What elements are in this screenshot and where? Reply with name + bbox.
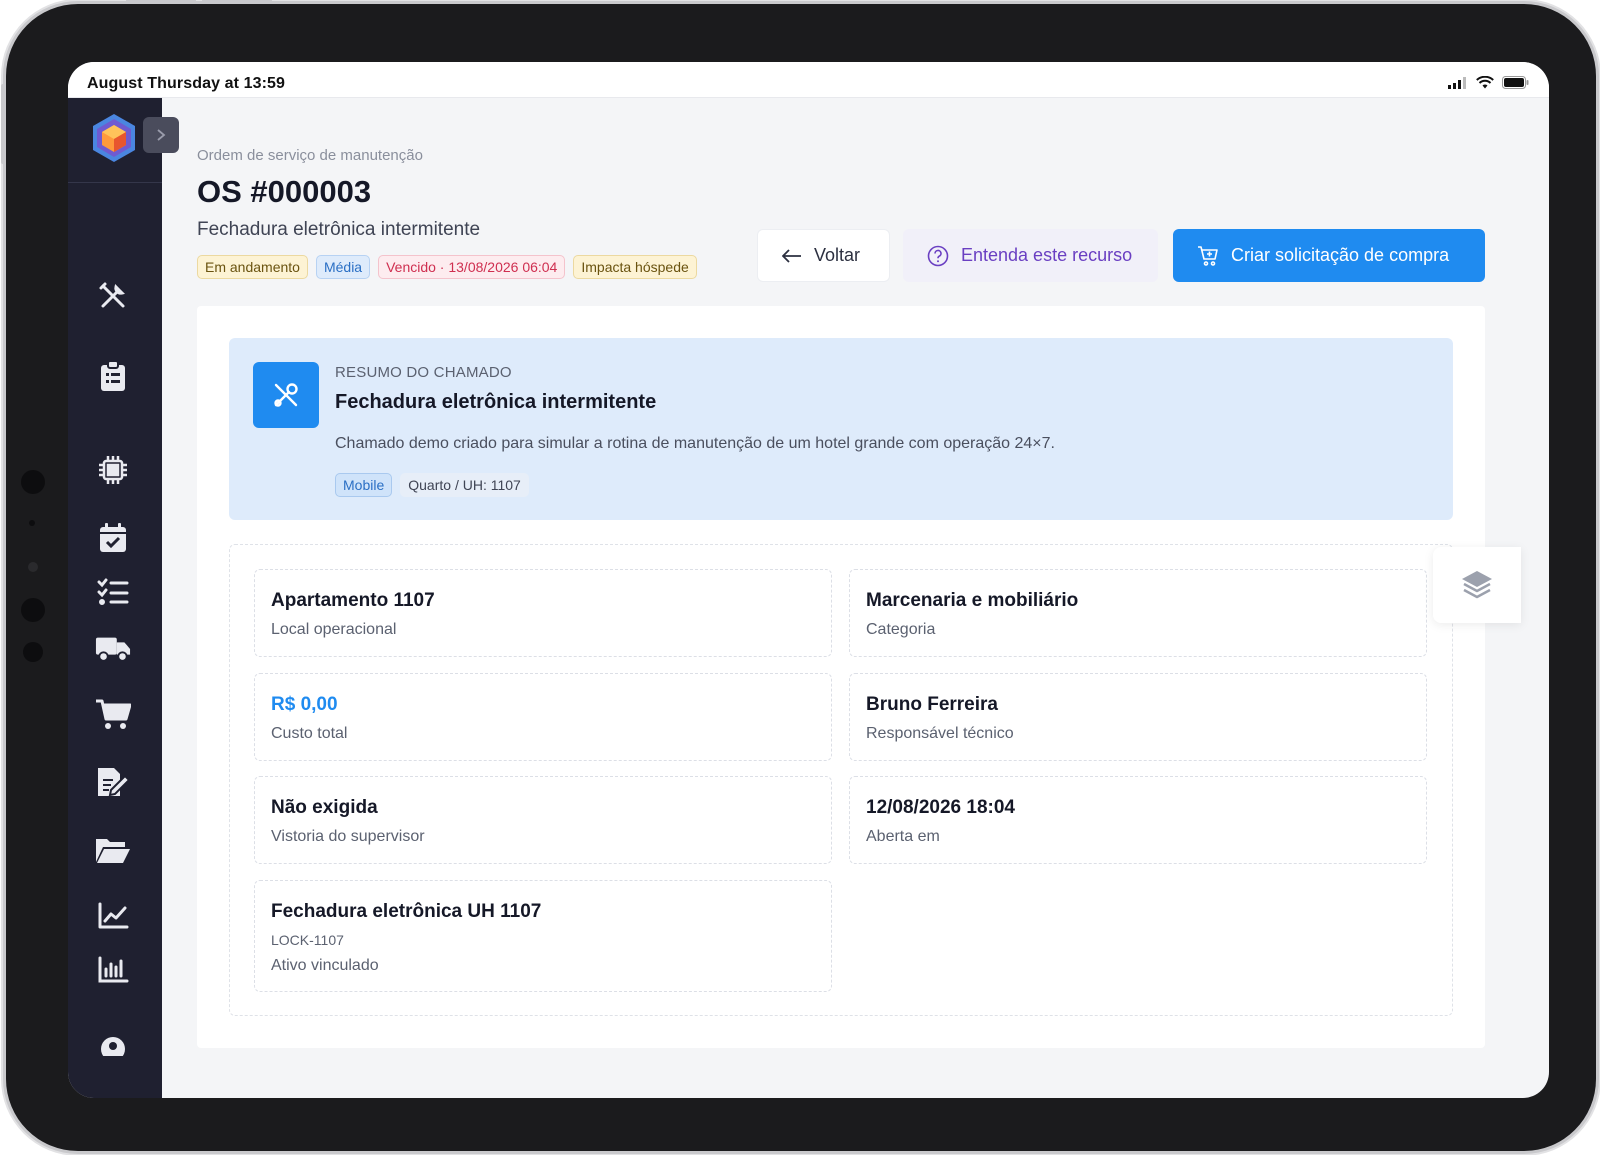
page-subtitle: Fechadura eletrônica intermitente	[197, 219, 481, 240]
due-badge: Vencido · 13/08/2026 06:04	[378, 255, 566, 279]
sensor-dot	[28, 562, 38, 572]
tablet-frame: August Thursday at 13:59 Ordem de serviç…	[1, 0, 1596, 1151]
question-circle-icon	[927, 245, 949, 266]
sensor-dot	[29, 520, 35, 526]
detail-value: Bruno Ferreira	[866, 694, 998, 715]
page-eyebrow: Ordem de serviço de manutenção	[197, 147, 423, 164]
create-purchase-request-label: Criar solicitação de compra	[1231, 245, 1450, 265]
sidebar-item-purchases[interactable]	[95, 696, 131, 732]
summary-kicker: RESUMO DO CHAMADO	[335, 364, 512, 381]
cart-icon	[96, 699, 131, 729]
folder-open-icon	[96, 839, 130, 863]
chip-icon	[99, 456, 127, 484]
chevron-right-icon	[157, 129, 166, 141]
detail-value: Não exigida	[271, 797, 378, 818]
truck-icon	[95, 637, 131, 662]
sidebar-item-maintenance[interactable]	[95, 278, 131, 314]
screen: August Thursday at 13:59 Ordem de serviç…	[68, 62, 1549, 1098]
bar-chart-icon	[98, 956, 129, 983]
summary-title: Fechadura eletrônica intermitente	[335, 391, 657, 413]
power-button	[1, 84, 5, 164]
sidebar-item-reports-edit[interactable]	[95, 764, 131, 800]
summary-tools-icon	[253, 362, 319, 428]
priority-badge: Média	[315, 255, 371, 279]
detail-label: Categoria	[866, 621, 936, 638]
layers-icon	[1462, 571, 1492, 599]
status-badge: Em andamento	[197, 255, 308, 279]
detail-value: Apartamento 1107	[271, 590, 435, 611]
arrow-left-icon	[782, 248, 801, 263]
status-tags: Em andamento Média Vencido · 13/08/2026 …	[197, 255, 697, 279]
detail-cost: R$ 0,00 Custo total	[254, 673, 832, 761]
detail-label: Custo total	[271, 725, 348, 742]
main-content: Ordem de serviço de manutenção OS #00000…	[162, 98, 1549, 1098]
room-badge: Quarto / UH: 1107	[400, 473, 529, 497]
detail-label: Responsável técnico	[866, 725, 1014, 742]
back-button-label: Voltar	[814, 245, 861, 265]
sidebar-item-analytics[interactable]	[95, 898, 131, 934]
channel-badge: Mobile	[335, 473, 393, 497]
system-indicators	[1448, 76, 1529, 89]
document-edit-icon	[98, 768, 130, 797]
cart-plus-icon	[1198, 245, 1218, 266]
detail-value: 12/08/2026 18:04	[866, 797, 1015, 818]
guest-impact-badge: Impacta hóspede	[573, 255, 697, 279]
sidebar-item-calendar[interactable]	[95, 520, 131, 556]
detail-asset: Fechadura eletrônica UH 1107 LOCK-1107 A…	[254, 880, 832, 992]
checklist-icon	[97, 578, 129, 605]
detail-technician: Bruno Ferreira Responsável técnico	[849, 673, 1427, 761]
detail-value: R$ 0,00	[271, 694, 338, 715]
sidebar-item-checklists[interactable]	[95, 574, 131, 610]
tools-icon	[99, 282, 125, 308]
status-bar: August Thursday at 13:59	[68, 62, 1549, 98]
camera-icon	[21, 598, 45, 622]
battery-icon	[1502, 76, 1529, 89]
status-time: August Thursday at 13:59	[87, 75, 286, 92]
camera-icon	[21, 470, 45, 494]
app-logo-icon[interactable]	[90, 112, 138, 164]
sidebar-item-dashboard[interactable]	[95, 952, 131, 988]
detail-label: Aberta em	[866, 828, 940, 845]
sidebar-item-logistics[interactable]	[95, 630, 131, 666]
detail-label: Local operacional	[271, 621, 397, 638]
user-icon	[101, 1037, 125, 1056]
detail-label: Vistoria do supervisor	[271, 828, 425, 845]
sidebar-item-orders[interactable]	[95, 358, 131, 394]
ticket-summary: RESUMO DO CHAMADO Fechadura eletrônica i…	[229, 338, 1453, 520]
detail-asset-code: LOCK-1107	[271, 932, 344, 948]
wifi-icon	[1476, 76, 1494, 89]
sidebar-divider	[68, 182, 162, 183]
volume-button	[126, 0, 196, 3]
signal-icon	[1448, 76, 1466, 89]
sidebar-item-profile[interactable]	[95, 1036, 131, 1056]
help-button[interactable]: Entenda este recurso	[903, 229, 1158, 282]
detail-location: Apartamento 1107 Local operacional	[254, 569, 832, 657]
create-purchase-request-button[interactable]: Criar solicitação de compra	[1173, 229, 1485, 282]
sidebar-item-assets[interactable]	[95, 452, 131, 488]
sensor-dot	[23, 642, 43, 662]
detail-opened: 12/08/2026 18:04 Aberta em	[849, 776, 1427, 864]
back-button[interactable]: Voltar	[757, 229, 890, 282]
order-card: RESUMO DO CHAMADO Fechadura eletrônica i…	[197, 306, 1485, 1048]
sidebar-toggle-button[interactable]	[143, 117, 179, 153]
summary-description: Chamado demo criado para simular a rotin…	[335, 435, 1055, 452]
clipboard-icon	[101, 360, 125, 391]
tools-icon	[274, 383, 298, 407]
detail-value: Fechadura eletrônica UH 1107	[271, 901, 542, 922]
volume-button	[202, 0, 272, 3]
summary-tags: Mobile Quarto / UH: 1107	[335, 473, 529, 497]
layers-button[interactable]	[1433, 547, 1521, 623]
detail-category: Marcenaria e mobiliário Categoria	[849, 569, 1427, 657]
sidebar-item-files[interactable]	[95, 832, 131, 868]
order-details: Apartamento 1107 Local operacional Marce…	[229, 544, 1453, 1016]
line-chart-icon	[98, 902, 129, 929]
page-title: OS #000003	[197, 174, 372, 209]
detail-label: Ativo vinculado	[271, 957, 379, 974]
sidebar	[68, 98, 162, 1098]
detail-value: Marcenaria e mobiliário	[866, 590, 1079, 611]
help-button-label: Entenda este recurso	[961, 245, 1133, 265]
calendar-check-icon	[100, 523, 126, 552]
detail-inspection: Não exigida Vistoria do supervisor	[254, 776, 832, 864]
